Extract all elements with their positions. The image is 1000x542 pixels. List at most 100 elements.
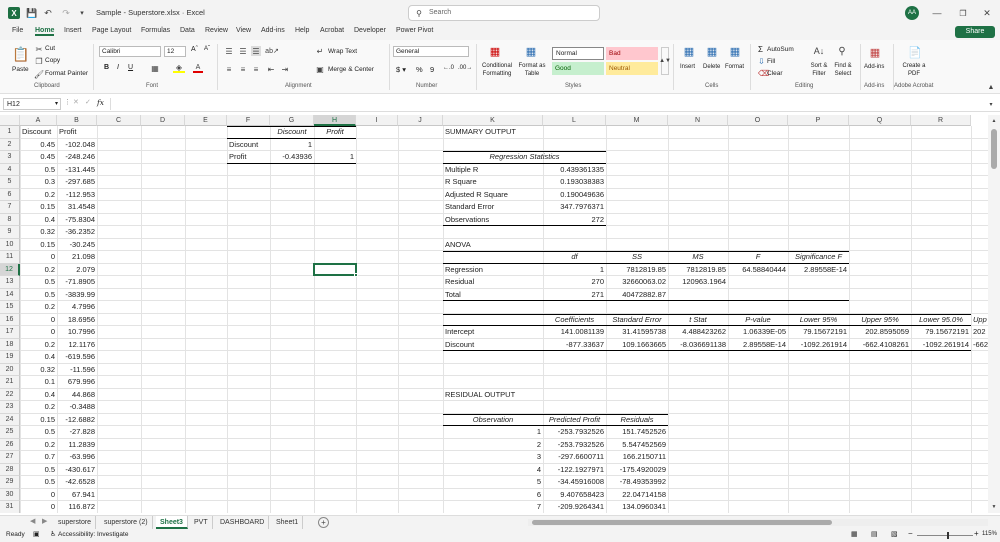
- cell-profit[interactable]: -12.6882: [57, 414, 97, 427]
- residual-value[interactable]: 151.7452526: [606, 426, 668, 439]
- column-header[interactable]: M: [606, 115, 668, 126]
- cell-discount[interactable]: 0: [20, 489, 57, 502]
- residual-value[interactable]: -175.4920029: [606, 464, 668, 477]
- style-good[interactable]: Good: [552, 62, 604, 75]
- residual-value[interactable]: -253.7932526: [543, 426, 606, 439]
- cell-profit[interactable]: -131.445: [57, 164, 97, 177]
- cell-profit[interactable]: 21.098: [57, 251, 97, 264]
- cell-discount[interactable]: 0.2: [20, 339, 57, 352]
- coef-header[interactable]: Upp: [971, 314, 988, 327]
- row-header[interactable]: 8: [0, 213, 20, 226]
- column-header[interactable]: K: [443, 115, 543, 126]
- sheet-tab-superstore-2[interactable]: superstore (2): [100, 516, 153, 529]
- cell-discount[interactable]: 0: [20, 251, 57, 264]
- cell-discount[interactable]: 0.2: [20, 301, 57, 314]
- scroll-up-icon[interactable]: ▲: [990, 117, 998, 125]
- row-header[interactable]: 22: [0, 388, 20, 401]
- anova-row-label[interactable]: Residual: [443, 276, 543, 289]
- search-box[interactable]: ⚲ Search: [408, 5, 600, 21]
- cancel-icon[interactable]: ✕: [73, 98, 79, 106]
- find-select-icon[interactable]: ⚲: [835, 44, 849, 58]
- residual-value[interactable]: 134.0960341: [606, 501, 668, 513]
- column-header[interactable]: E: [185, 115, 227, 126]
- tab-page-layout[interactable]: Page Layout: [92, 27, 131, 34]
- insert-cells-icon[interactable]: ▦: [682, 44, 696, 58]
- cell-discount[interactable]: 0: [20, 326, 57, 339]
- tab-insert[interactable]: Insert: [64, 27, 82, 34]
- column-header[interactable]: Q: [849, 115, 911, 126]
- cell-discount[interactable]: 0.32: [20, 364, 57, 377]
- cell-discount[interactable]: 0.5: [20, 289, 57, 302]
- anova-row-label[interactable]: Regression: [443, 264, 543, 277]
- row-header[interactable]: 27: [0, 451, 20, 464]
- residual-value[interactable]: 1: [443, 426, 543, 439]
- cell-discount[interactable]: 0.15: [20, 201, 57, 214]
- residual-value[interactable]: 7: [443, 501, 543, 513]
- row-header[interactable]: 29: [0, 476, 20, 489]
- delete-cells-button[interactable]: Delete: [703, 64, 720, 70]
- residual-value[interactable]: 3: [443, 451, 543, 464]
- residual-value[interactable]: -122.1927971: [543, 464, 606, 477]
- cut-icon[interactable]: ✂: [34, 44, 44, 54]
- stat-value[interactable]: 347.7976371: [543, 201, 606, 214]
- anova-value[interactable]: 32660063.02: [606, 276, 668, 289]
- residual-value[interactable]: -34.45916008: [543, 476, 606, 489]
- cell-discount[interactable]: 0.3: [20, 176, 57, 189]
- autosum-icon[interactable]: Σ: [758, 45, 763, 54]
- cut-button[interactable]: Cut: [45, 45, 55, 52]
- cell-discount[interactable]: 0.15: [20, 239, 57, 252]
- anova-value[interactable]: 120963.1964: [668, 276, 728, 289]
- currency-icon[interactable]: $ ▾: [396, 65, 406, 74]
- anova-value[interactable]: 7812819.85: [606, 264, 668, 277]
- row-header[interactable]: 28: [0, 463, 20, 476]
- page-layout-view-icon[interactable]: ▤: [871, 530, 878, 538]
- align-top-icon[interactable]: ☰: [224, 46, 234, 56]
- column-header[interactable]: B: [57, 115, 97, 126]
- borders-icon[interactable]: ▦: [150, 63, 160, 73]
- tab-formulas[interactable]: Formulas: [141, 27, 170, 34]
- percent-icon[interactable]: %: [416, 65, 423, 74]
- styles-scroll-icon[interactable]: ▲▼: [659, 47, 671, 75]
- add-ins-icon[interactable]: ▦: [867, 44, 883, 60]
- row-header[interactable]: 26: [0, 438, 20, 451]
- scroll-down-icon[interactable]: ▼: [990, 503, 998, 511]
- cell-profit[interactable]: 44.868: [57, 389, 97, 402]
- row-header[interactable]: 18: [0, 338, 20, 351]
- zoom-slider[interactable]: [917, 532, 973, 539]
- row-header[interactable]: 5: [0, 176, 20, 189]
- decrease-indent-icon[interactable]: ⇤: [266, 64, 276, 74]
- horizontal-scrollbar[interactable]: [528, 519, 988, 526]
- cell-profit[interactable]: -71.8905: [57, 276, 97, 289]
- column-header[interactable]: C: [97, 115, 141, 126]
- zoom-in-icon[interactable]: +: [974, 529, 979, 538]
- residual-value[interactable]: -253.7932526: [543, 439, 606, 452]
- column-header[interactable]: O: [728, 115, 788, 126]
- bold-icon[interactable]: B: [104, 64, 109, 71]
- cell-profit[interactable]: -430.617: [57, 464, 97, 477]
- coef-value[interactable]: 1.06339E-05: [728, 326, 788, 339]
- cell-discount[interactable]: 0.5: [20, 276, 57, 289]
- macro-record-icon[interactable]: ▣: [33, 530, 40, 538]
- summary-title[interactable]: SUMMARY OUTPUT: [443, 126, 543, 139]
- coef-value[interactable]: 4.488423262: [668, 326, 728, 339]
- cell-discount[interactable]: 0.4: [20, 351, 57, 364]
- number-format-select[interactable]: General: [393, 46, 469, 57]
- residual-value[interactable]: 2: [443, 439, 543, 452]
- tab-view[interactable]: View: [236, 27, 251, 34]
- font-name-select[interactable]: Calibri: [99, 46, 161, 57]
- format-cells-icon[interactable]: ▦: [728, 44, 742, 58]
- cell-profit[interactable]: -63.996: [57, 451, 97, 464]
- coef-value[interactable]: 202.8595059: [849, 326, 911, 339]
- style-neutral[interactable]: Neutral: [606, 62, 658, 75]
- create-pdf-icon[interactable]: 📄: [907, 44, 923, 60]
- row-header[interactable]: 11: [0, 251, 20, 264]
- tab-help[interactable]: Help: [295, 27, 309, 34]
- copy-icon[interactable]: ❐: [34, 56, 44, 66]
- cell-profit[interactable]: -0.3488: [57, 401, 97, 414]
- anova-value[interactable]: 1: [543, 264, 606, 277]
- residual-value[interactable]: 6: [443, 489, 543, 502]
- fill-icon[interactable]: ⇩: [758, 57, 765, 66]
- enter-icon[interactable]: ✓: [85, 98, 91, 106]
- sheet-tab-sheet3[interactable]: Sheet3: [156, 516, 188, 529]
- stat-value[interactable]: 0.439361335: [543, 164, 606, 177]
